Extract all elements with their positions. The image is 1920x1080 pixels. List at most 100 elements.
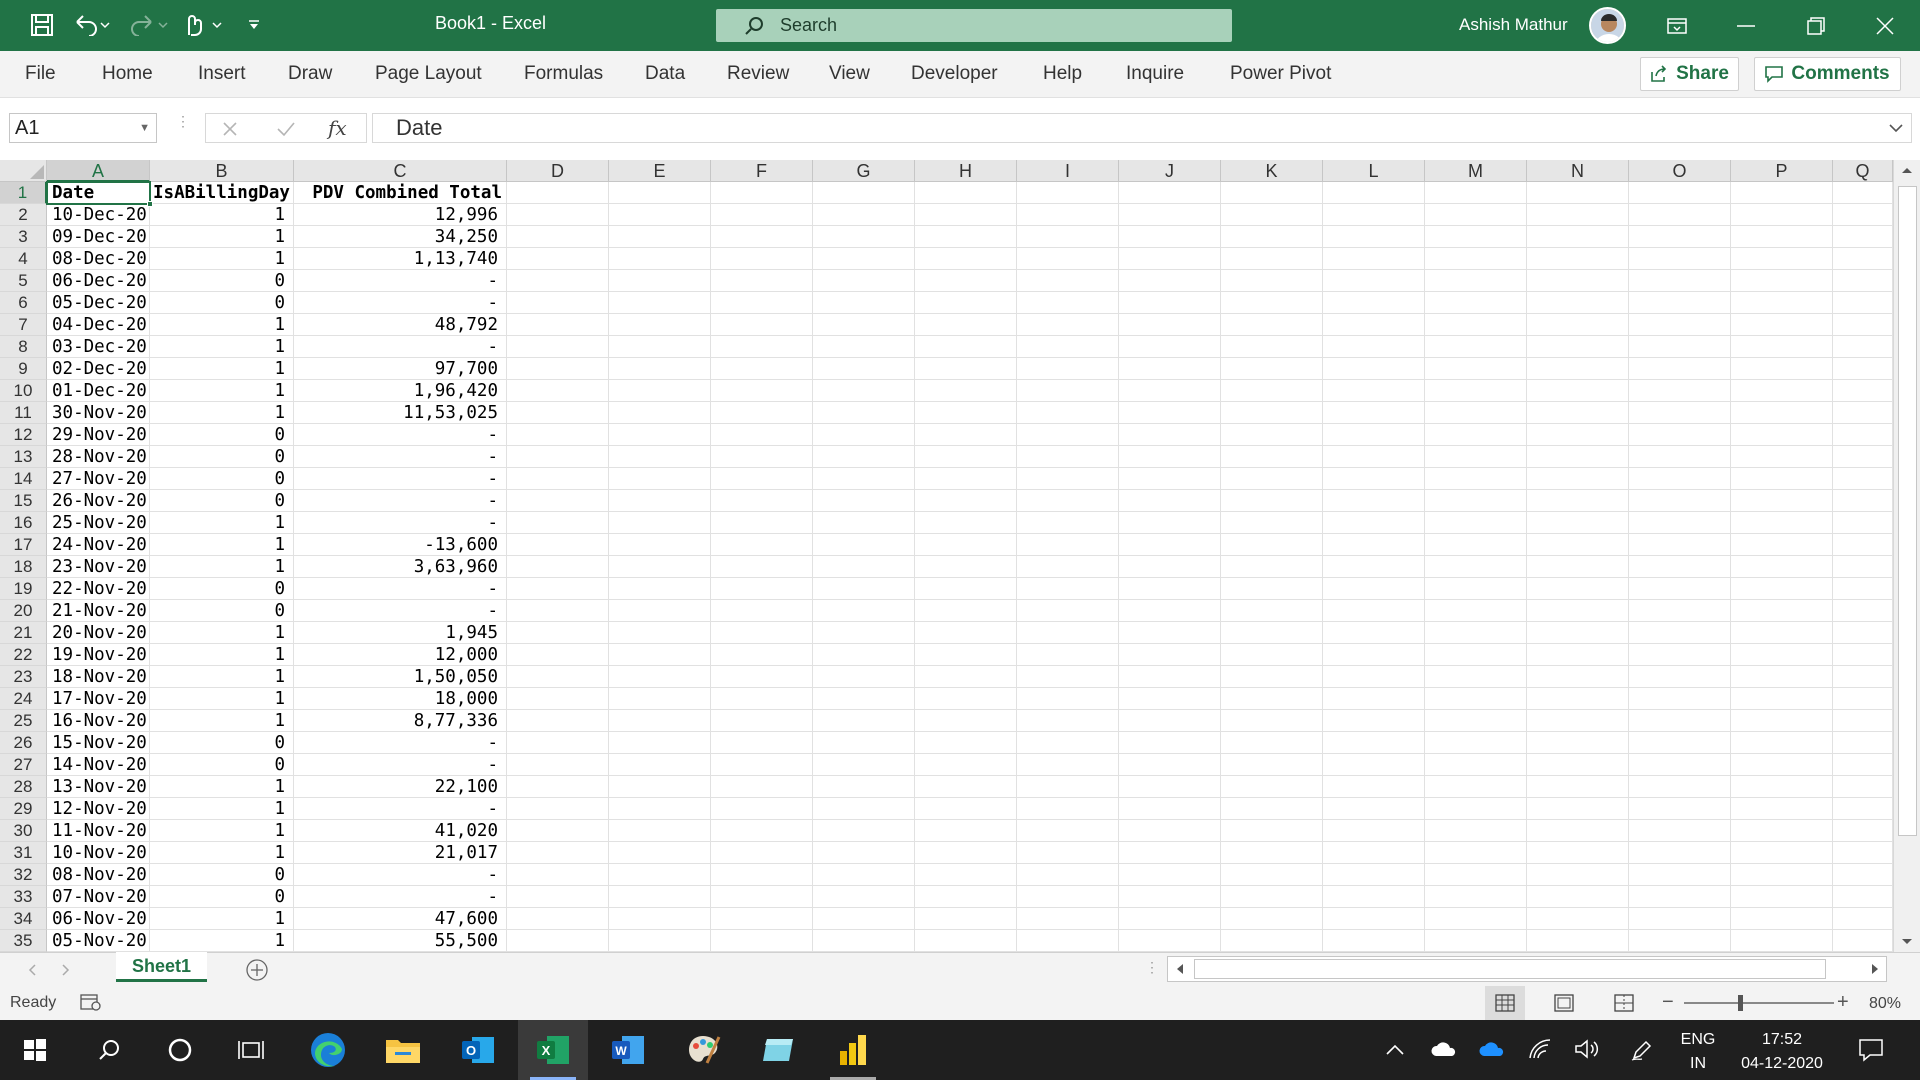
cell[interactable] — [1833, 424, 1893, 446]
cell[interactable] — [1731, 512, 1833, 534]
cell[interactable] — [1833, 754, 1893, 776]
cell[interactable] — [1833, 182, 1893, 204]
cell[interactable] — [1629, 930, 1731, 952]
prev-sheet-icon[interactable] — [28, 964, 36, 976]
cell[interactable] — [1629, 182, 1731, 204]
cell[interactable] — [507, 270, 609, 292]
file-explorer-app[interactable] — [368, 1020, 438, 1080]
cell[interactable]: - — [294, 270, 507, 292]
cell[interactable] — [1527, 908, 1629, 930]
cell[interactable] — [1017, 908, 1119, 930]
cell[interactable] — [1833, 292, 1893, 314]
cell[interactable] — [1119, 820, 1221, 842]
cell[interactable]: 3,63,960 — [294, 556, 507, 578]
restore-icon[interactable] — [1781, 0, 1850, 51]
cell[interactable] — [915, 666, 1017, 688]
row-header[interactable]: 27 — [0, 754, 47, 776]
cell[interactable] — [1221, 798, 1323, 820]
cell[interactable] — [1425, 754, 1527, 776]
cell[interactable] — [1119, 512, 1221, 534]
cell[interactable] — [1833, 798, 1893, 820]
cell[interactable]: 1 — [150, 688, 294, 710]
cell[interactable] — [1629, 732, 1731, 754]
cell[interactable] — [1731, 270, 1833, 292]
cell[interactable] — [1425, 710, 1527, 732]
tab-view[interactable]: View — [829, 63, 870, 85]
zoom-level[interactable]: 80% — [1869, 995, 1901, 1013]
header-cell[interactable]: IsABillingDay — [150, 182, 294, 204]
row-header[interactable]: 1 — [0, 182, 47, 204]
cell[interactable] — [1119, 424, 1221, 446]
page-break-view-icon[interactable] — [1614, 994, 1634, 1012]
cell[interactable] — [1221, 534, 1323, 556]
cell[interactable]: - — [294, 798, 507, 820]
row-header[interactable]: 30 — [0, 820, 47, 842]
cell[interactable] — [609, 908, 711, 930]
wifi-icon[interactable] — [1528, 1038, 1552, 1060]
cell[interactable] — [507, 424, 609, 446]
save-icon[interactable] — [28, 12, 56, 38]
cell[interactable] — [915, 270, 1017, 292]
cell[interactable]: 24-Nov-20 — [47, 534, 150, 556]
cell[interactable]: 0 — [150, 490, 294, 512]
cell[interactable]: 28-Nov-20 — [47, 446, 150, 468]
cell[interactable] — [1323, 666, 1425, 688]
cell[interactable] — [1323, 534, 1425, 556]
cell[interactable] — [1221, 710, 1323, 732]
cell[interactable] — [609, 226, 711, 248]
column-header-j[interactable]: J — [1119, 160, 1221, 182]
cell[interactable] — [1221, 842, 1323, 864]
cell[interactable] — [1119, 842, 1221, 864]
cell[interactable]: 21-Nov-20 — [47, 600, 150, 622]
cell[interactable] — [813, 512, 915, 534]
touch-mode-icon[interactable] — [180, 12, 226, 38]
column-header-e[interactable]: E — [609, 160, 711, 182]
cell[interactable]: 10-Dec-20 — [47, 204, 150, 226]
vertical-scrollbar[interactable] — [1893, 160, 1920, 952]
row-header[interactable]: 21 — [0, 622, 47, 644]
cell[interactable] — [915, 754, 1017, 776]
cell[interactable] — [1323, 248, 1425, 270]
undo-icon[interactable] — [70, 12, 114, 38]
cell[interactable] — [1425, 270, 1527, 292]
row-header[interactable]: 6 — [0, 292, 47, 314]
cell[interactable] — [1119, 182, 1221, 204]
cell[interactable] — [609, 688, 711, 710]
cell[interactable] — [1629, 358, 1731, 380]
cell[interactable] — [1731, 402, 1833, 424]
cell[interactable]: 1,945 — [294, 622, 507, 644]
zoom-slider-thumb[interactable] — [1738, 995, 1743, 1011]
cell[interactable]: 1 — [150, 820, 294, 842]
row-header[interactable]: 33 — [0, 886, 47, 908]
cell[interactable] — [1323, 820, 1425, 842]
cell[interactable] — [711, 204, 813, 226]
cell[interactable] — [1425, 556, 1527, 578]
cell[interactable]: - — [294, 754, 507, 776]
cell[interactable] — [1731, 336, 1833, 358]
cell[interactable] — [1629, 512, 1731, 534]
cell[interactable] — [1629, 270, 1731, 292]
row-header[interactable]: 5 — [0, 270, 47, 292]
cell[interactable] — [1017, 578, 1119, 600]
cell[interactable] — [1221, 578, 1323, 600]
cell[interactable] — [1323, 798, 1425, 820]
cell[interactable] — [1017, 886, 1119, 908]
cell[interactable] — [1425, 864, 1527, 886]
cell[interactable] — [1527, 292, 1629, 314]
cell[interactable] — [1527, 468, 1629, 490]
cell[interactable] — [1323, 930, 1425, 952]
cell[interactable] — [1323, 644, 1425, 666]
cell[interactable] — [1527, 336, 1629, 358]
cell[interactable] — [1527, 710, 1629, 732]
cell[interactable] — [1527, 490, 1629, 512]
cell[interactable] — [1833, 710, 1893, 732]
cell[interactable] — [711, 644, 813, 666]
cell[interactable] — [1629, 688, 1731, 710]
cell[interactable] — [1119, 732, 1221, 754]
cell[interactable] — [1629, 644, 1731, 666]
cell[interactable] — [1017, 754, 1119, 776]
row-header[interactable]: 20 — [0, 600, 47, 622]
cell[interactable]: 07-Nov-20 — [47, 886, 150, 908]
cell[interactable] — [1017, 512, 1119, 534]
cell[interactable] — [1323, 622, 1425, 644]
